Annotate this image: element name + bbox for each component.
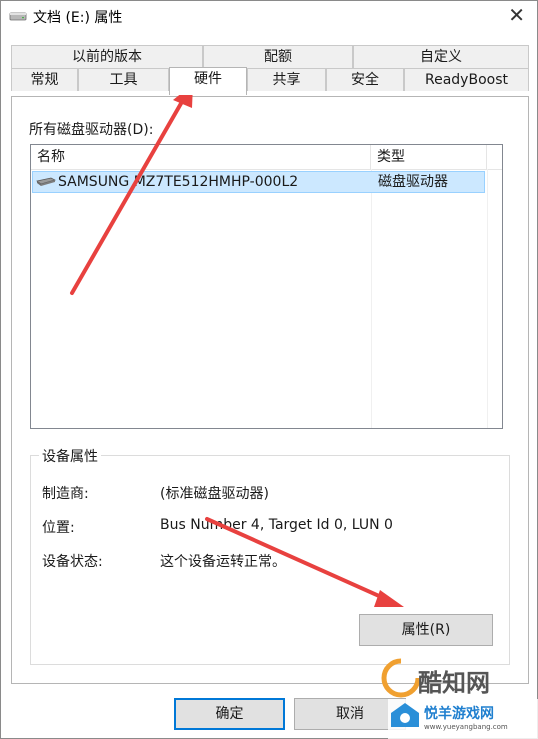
tab-security[interactable]: 安全 — [326, 68, 404, 91]
hardware-tab-panel: 所有磁盘驱动器(D): 名称 类型 SAMSUNG MZ7TE512HMHP-0… — [11, 96, 529, 684]
site-text: 悦羊游戏网 — [424, 706, 494, 722]
drive-icon — [9, 12, 27, 21]
drive-name: SAMSUNG MZ7TE512HMHP-000L2 — [58, 174, 299, 190]
disk-drive-icon — [36, 177, 56, 186]
brand-text: 酷知网 — [418, 669, 490, 697]
tab-customize[interactable]: 自定义 — [353, 45, 529, 68]
location-label: 位置: — [42, 520, 75, 536]
drive-type: 磁盘驱动器 — [378, 174, 448, 190]
location-value: Bus Number 4, Target Id 0, LUN 0 — [160, 517, 393, 533]
properties-dialog: 文档 (E:) 属性 ✕ 以前的版本 配额 自定义 常规 工具 硬件 共享 安全… — [0, 0, 538, 739]
site-url: www.yueyangbang.com — [424, 723, 508, 731]
column-divider — [487, 169, 488, 428]
window-title: 文档 (E:) 属性 — [33, 10, 123, 26]
manufacturer-label: 制造商: — [42, 486, 89, 502]
tab-sharing[interactable]: 共享 — [247, 68, 326, 91]
tab-tools[interactable]: 工具 — [78, 68, 169, 91]
site-logo-icon — [391, 703, 419, 727]
column-divider — [371, 169, 372, 428]
manufacturer-value: (标准磁盘驱动器) — [160, 486, 269, 502]
watermark: 酷知网 悦羊游戏网 www.yueyangbang.com — [378, 655, 538, 739]
list-item[interactable]: SAMSUNG MZ7TE512HMHP-000L2 磁盘驱动器 — [32, 171, 485, 193]
tab-hardware[interactable]: 硬件 — [169, 67, 247, 95]
tab-general[interactable]: 常规 — [11, 68, 78, 91]
list-header: 名称 类型 — [31, 145, 502, 170]
ok-button[interactable]: 确定 — [174, 698, 285, 730]
tab-strip: 以前的版本 配额 自定义 常规 工具 硬件 共享 安全 ReadyBoost — [11, 45, 529, 98]
title-bar[interactable]: 文档 (E:) 属性 ✕ — [1, 1, 537, 31]
tab-readyboost[interactable]: ReadyBoost — [404, 68, 529, 91]
group-title: 设备属性 — [39, 446, 101, 466]
column-header-name[interactable]: 名称 — [31, 145, 371, 169]
device-status-value: 这个设备运转正常。 — [160, 554, 286, 570]
drives-list[interactable]: 名称 类型 SAMSUNG MZ7TE512HMHP-000L2 磁盘驱动器 — [30, 144, 503, 429]
device-properties-group: 设备属性 制造商: (标准磁盘驱动器) 位置: Bus Number 4, Ta… — [30, 446, 510, 665]
tab-quota[interactable]: 配额 — [203, 45, 353, 68]
drives-label: 所有磁盘驱动器(D): — [29, 122, 154, 138]
device-status-label: 设备状态: — [42, 554, 103, 570]
column-header-type[interactable]: 类型 — [371, 145, 487, 169]
tab-previous-versions[interactable]: 以前的版本 — [11, 45, 203, 68]
close-icon[interactable]: ✕ — [508, 3, 525, 27]
properties-button[interactable]: 属性(R) — [359, 614, 493, 646]
